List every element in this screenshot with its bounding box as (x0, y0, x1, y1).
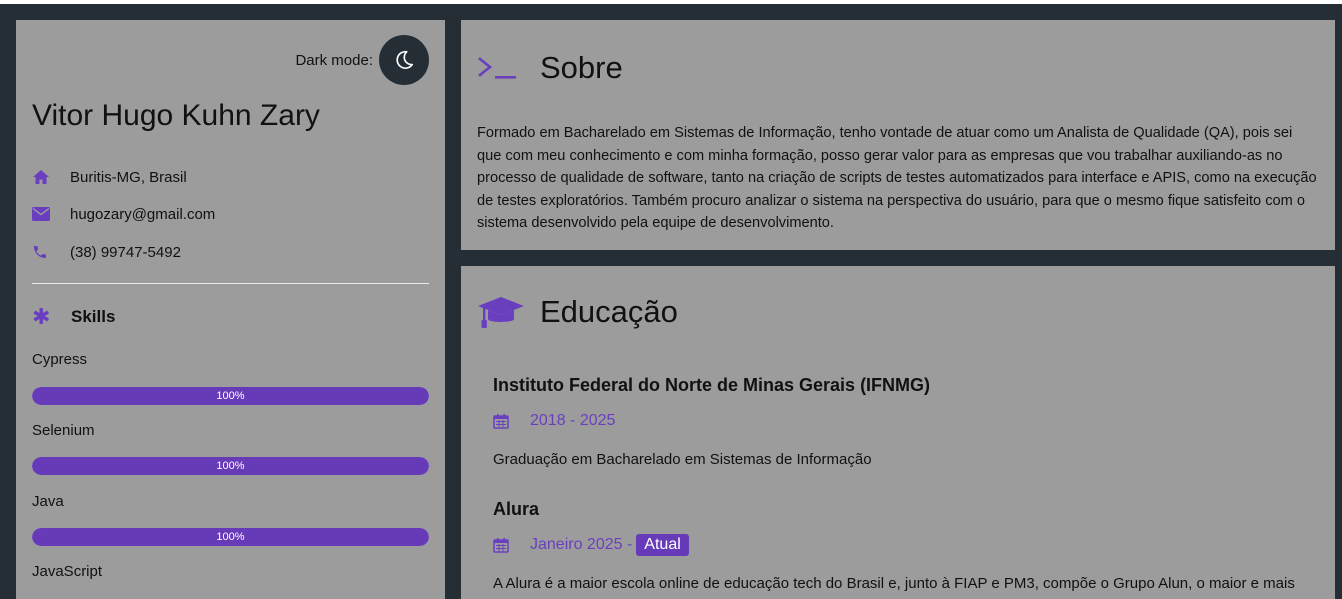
skills-title: Skills (71, 307, 116, 326)
profile-name: Vitor Hugo Kuhn Zary (32, 99, 320, 132)
about-text: Formado em Bacharelado em Sistemas de In… (477, 125, 1317, 232)
skill-progress-bar: 100% (32, 387, 429, 405)
skill-progress-bar: 100% (32, 457, 429, 475)
period-text: 2018 - 2025 (530, 412, 616, 429)
dark-mode-label: Dark mode: (295, 51, 373, 69)
skill-name: Selenium (32, 422, 95, 439)
skill-progress-fill: 100% (32, 457, 429, 475)
about-title: Sobre (540, 50, 623, 85)
asterisk-icon: ✱ (32, 304, 51, 329)
education-description: A Alura é a maior escola online de educa… (493, 575, 1295, 592)
top-strip (0, 0, 1342, 4)
profile-card: Dark mode: Vitor Hugo Kuhn Zary Buritis-… (16, 20, 445, 599)
about-header: Sobre (477, 50, 623, 86)
contact-location: Buritis-MG, Brasil (32, 168, 187, 186)
contact-email: hugozary@gmail.com (32, 205, 215, 223)
skill-progress-fill: 100% (32, 528, 429, 546)
graduation-cap-icon (477, 295, 525, 329)
education-title: Educação (540, 294, 678, 329)
education-header: Educação (477, 294, 678, 330)
home-icon (32, 168, 54, 186)
education-period: Janeiro 2025 - Atual (493, 534, 689, 556)
education-period: 2018 - 2025 (493, 412, 615, 430)
skill-name: Cypress (32, 351, 88, 368)
phone-text: (38) 99747-5492 (70, 243, 181, 261)
moon-icon (396, 50, 414, 69)
skill-progress-bar: 100% (32, 528, 429, 546)
envelope-icon (32, 205, 54, 223)
education-description: Graduação em Bacharelado em Sistemas de … (493, 451, 872, 468)
calendar-icon (493, 537, 513, 553)
dark-mode-toggle-row: Dark mode: (295, 35, 429, 85)
education-card: Educação Instituto Federal do Norte de M… (461, 266, 1335, 599)
phone-icon (32, 243, 54, 261)
dark-mode-button[interactable] (379, 35, 429, 85)
education-institution: Instituto Federal do Norte de Minas Gera… (493, 375, 931, 395)
terminal-icon (477, 54, 525, 82)
education-institution: Alura (493, 499, 540, 519)
divider (32, 283, 429, 284)
email-link[interactable]: hugozary@gmail.com (70, 206, 215, 223)
about-card: Sobre Formado em Bacharelado em Sistemas… (461, 20, 1335, 250)
skills-header: ✱ Skills (32, 306, 115, 328)
skill-progress-fill: 100% (32, 387, 429, 405)
calendar-icon (493, 413, 513, 429)
contact-phone: (38) 99747-5492 (32, 243, 181, 261)
status-badge: Atual (636, 534, 689, 556)
location-text: Buritis-MG, Brasil (70, 168, 187, 186)
skill-name: JavaScript (32, 563, 103, 580)
period-text: Janeiro 2025 - (530, 536, 633, 553)
skill-name: Java (32, 493, 64, 510)
